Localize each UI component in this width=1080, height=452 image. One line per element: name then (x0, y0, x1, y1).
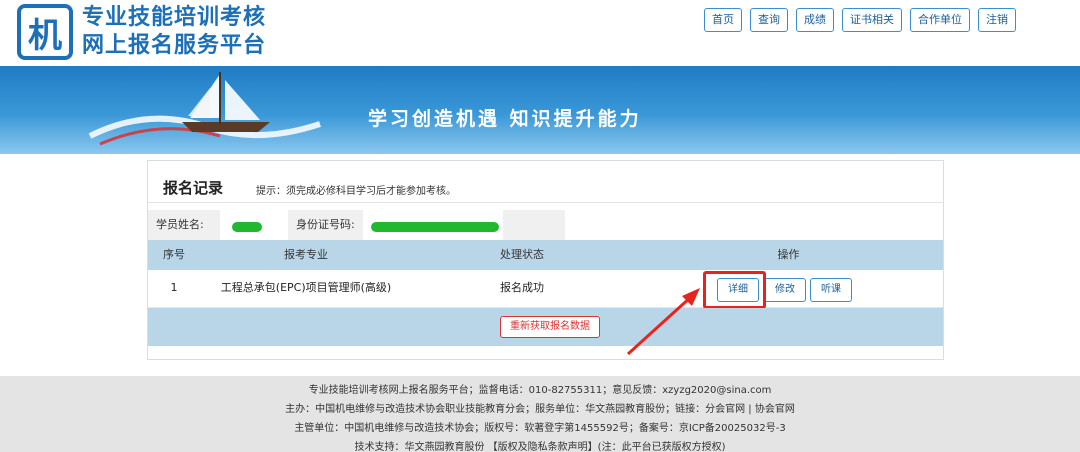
hero-banner: 学习创造机遇 知识提升能力 (0, 66, 1080, 154)
registration-record-panel: 报名记录 提示：须完成必修科目学习后才能参加考核。 学员姓名: 身份证号码: 序… (147, 160, 944, 360)
student-name-label: 学员姓名: (148, 210, 220, 240)
nav-logout-button[interactable]: 注销 (978, 8, 1016, 32)
logo-char: 机 (28, 15, 62, 56)
footer-line-2: 主办：中国机电维修与改造技术协会职业技能教育分会；服务单位：华文燕园教育股份；链… (285, 404, 795, 415)
info-spacer (503, 210, 565, 240)
table-header: 序号 报考专业 处理状态 操作 (148, 240, 943, 270)
nav-scores-button[interactable]: 成绩 (796, 8, 834, 32)
page: 机 专业技能培训考核 网上报名服务平台 首页 查询 成绩 证书相关 合作单位 注… (0, 0, 1080, 452)
row-major: 工程总承包(EPC)项目管理师(高级) (220, 281, 392, 294)
redaction-mark (232, 222, 262, 232)
row-seq: 1 (170, 281, 178, 294)
site-logo[interactable]: 机 (17, 4, 73, 60)
site-title-line1: 专业技能培训考核 (82, 5, 267, 30)
student-info-row: 学员姓名: 身份证号码: (148, 210, 943, 240)
row-status: 报名成功 (500, 281, 544, 294)
nav-query-button[interactable]: 查询 (750, 8, 788, 32)
redaction-mark (371, 222, 499, 232)
col-status: 处理状态 (500, 248, 544, 261)
footer-line-1: 专业技能培训考核网上报名服务平台；监督电话：010-82755311；意见反馈：… (308, 385, 772, 396)
id-number-label: 身份证号码: (288, 210, 363, 240)
detail-highlight-box (703, 271, 766, 309)
panel-title: 报名记录 (163, 179, 224, 197)
col-major: 报考专业 (284, 248, 328, 261)
listen-button[interactable]: 听课 (810, 278, 852, 302)
nav-certificate-button[interactable]: 证书相关 (842, 8, 902, 32)
panel-tip: 提示：须完成必修科目学习后才能参加考核。 (256, 186, 456, 197)
nav-partners-button[interactable]: 合作单位 (910, 8, 970, 32)
site-title: 专业技能培训考核 网上报名服务平台 (82, 4, 266, 60)
col-actions: 操作 (777, 248, 800, 261)
student-name-value (220, 210, 288, 240)
nav-home-button[interactable]: 首页 (704, 8, 742, 32)
banner-slogan: 学习创造机遇 知识提升能力 (368, 108, 642, 130)
table-footer: 重新获取报名数据 (148, 308, 943, 346)
edit-button[interactable]: 修改 (764, 278, 806, 302)
site-footer: 专业技能培训考核网上报名服务平台；监督电话：010-82755311；意见反馈：… (0, 376, 1080, 452)
panel-header: 报名记录 提示：须完成必修科目学习后才能参加考核。 (148, 161, 943, 203)
sailboat-illustration (88, 72, 321, 146)
reload-records-button[interactable]: 重新获取报名数据 (500, 316, 600, 338)
top-nav: 首页 查询 成绩 证书相关 合作单位 注销 (704, 8, 1016, 32)
site-header: 机 专业技能培训考核 网上报名服务平台 首页 查询 成绩 证书相关 合作单位 注… (0, 0, 1080, 66)
footer-line-4: 技术支持：华文燕园教育股份 【版权及隐私条款声明】(注：此平台已获版权方授权) (354, 442, 726, 452)
col-seq: 序号 (163, 248, 185, 261)
table-row: 1 工程总承包(EPC)项目管理师(高级) 报名成功 详细 修改 听课 (148, 270, 943, 308)
footer-line-3: 主管单位：中国机电维修与改造技术协会；版权号：软著登字第1455592号；备案号… (294, 423, 786, 434)
site-title-line2: 网上报名服务平台 (82, 33, 267, 58)
id-number-value (363, 210, 503, 240)
